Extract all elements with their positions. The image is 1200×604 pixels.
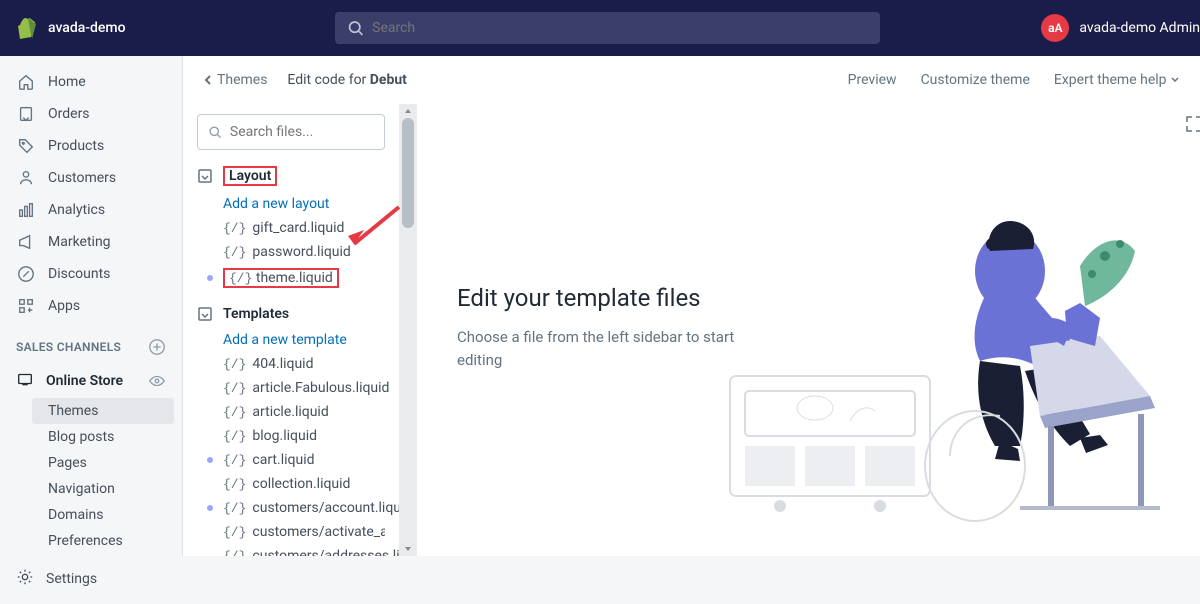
nav-orders[interactable]: Orders: [0, 98, 182, 130]
analytics-icon: [16, 200, 36, 220]
nav-analytics[interactable]: Analytics: [0, 194, 182, 226]
folder-layout[interactable]: Layout: [197, 166, 385, 186]
search-icon: [208, 124, 222, 140]
theme-liquid-highlighted: {/} theme.liquid: [223, 268, 339, 288]
file-customers-addresses[interactable]: {/}customers/addresses.liquid: [197, 544, 385, 556]
customers-icon: [16, 168, 36, 188]
file-customers-activate[interactable]: {/}customers/activate_account.liquid: [197, 520, 385, 544]
view-store-icon[interactable]: [148, 372, 166, 390]
search-input[interactable]: [372, 20, 868, 36]
apps-icon: [16, 296, 36, 316]
add-channel-icon[interactable]: [148, 338, 166, 356]
nav-online-store[interactable]: Online Store: [0, 364, 182, 398]
breadcrumb-bar: Themes Edit code for Debut Preview Custo…: [183, 56, 1200, 104]
marketing-icon: [16, 232, 36, 252]
file-cart[interactable]: {/}cart.liquid: [197, 448, 385, 472]
content-area: Themes Edit code for Debut Preview Custo…: [182, 56, 1200, 556]
nav-settings[interactable]: Settings: [0, 554, 182, 604]
file-404[interactable]: {/}404.liquid: [197, 352, 385, 376]
modified-dot-icon: [207, 505, 213, 511]
editor-preview: Edit your template files Choose a file f…: [417, 104, 1200, 556]
online-store-icon: [16, 370, 34, 392]
nav-domains[interactable]: Domains: [40, 502, 182, 528]
nav-marketing[interactable]: Marketing: [0, 226, 182, 258]
vertical-scrollbar[interactable]: [399, 104, 417, 556]
shopify-logo-icon: [16, 16, 40, 40]
file-blog[interactable]: {/}blog.liquid: [197, 424, 385, 448]
nav-apps[interactable]: Apps: [0, 290, 182, 322]
modified-dot-icon: [207, 275, 213, 281]
left-nav: Home Orders Products Customers Analytics…: [0, 56, 182, 556]
sales-channels-header: SALES CHANNELS: [0, 322, 182, 364]
nav-preferences[interactable]: Preferences: [40, 528, 182, 554]
avatar: aA: [1041, 14, 1069, 42]
orders-icon: [16, 104, 36, 124]
nav-customers[interactable]: Customers: [0, 162, 182, 194]
store-logo[interactable]: avada-demo: [16, 16, 126, 40]
folder-collapse-icon: [197, 168, 213, 184]
file-article[interactable]: {/}article.liquid: [197, 400, 385, 424]
user-name: avada-demo Admin: [1079, 20, 1200, 36]
file-theme-liquid[interactable]: {/} theme.liquid: [197, 264, 385, 292]
add-layout-link[interactable]: Add a new layout: [197, 192, 385, 216]
discounts-icon: [16, 264, 36, 284]
file-customers-account[interactable]: {/}customers/account.liquid: [197, 496, 385, 520]
modified-dot-icon: [207, 457, 213, 463]
nav-home[interactable]: Home: [0, 66, 182, 98]
nav-discounts[interactable]: Discounts: [0, 258, 182, 290]
customize-link[interactable]: Customize theme: [921, 72, 1030, 88]
folder-collapse-icon: [197, 306, 213, 322]
file-gift-card[interactable]: {/}gift_card.liquid: [197, 216, 385, 240]
page-title: Edit code for Debut: [287, 72, 406, 88]
scroll-down-icon[interactable]: [403, 544, 413, 554]
layout-label-highlighted: Layout: [223, 166, 277, 186]
chevron-down-icon: [1170, 76, 1180, 84]
expert-help-link[interactable]: Expert theme help: [1054, 72, 1180, 88]
file-password[interactable]: {/}password.liquid: [197, 240, 385, 264]
expand-icon[interactable]: [1184, 114, 1200, 134]
products-icon: [16, 136, 36, 156]
file-sidebar: Layout Add a new layout {/}gift_card.liq…: [183, 104, 399, 556]
scroll-thumb[interactable]: [402, 118, 414, 228]
nav-blog-posts[interactable]: Blog posts: [40, 424, 182, 450]
top-bar: avada-demo aA avada-demo Admin: [0, 0, 1200, 56]
empty-state-illustration: [720, 196, 1180, 536]
home-icon: [16, 72, 36, 92]
file-search[interactable]: [197, 114, 385, 150]
file-article-fabulous[interactable]: {/}article.Fabulous.liquid: [197, 376, 385, 400]
file-search-input[interactable]: [230, 124, 374, 140]
add-template-link[interactable]: Add a new template: [197, 328, 385, 352]
nav-pages[interactable]: Pages: [40, 450, 182, 476]
file-collection[interactable]: {/}collection.liquid: [197, 472, 385, 496]
search-icon: [347, 19, 364, 37]
nav-navigation[interactable]: Navigation: [40, 476, 182, 502]
back-to-themes[interactable]: Themes: [203, 72, 267, 88]
folder-templates[interactable]: Templates: [197, 306, 385, 322]
nav-themes[interactable]: Themes: [32, 398, 174, 424]
nav-products[interactable]: Products: [0, 130, 182, 162]
store-name: avada-demo: [48, 20, 126, 36]
global-search[interactable]: [335, 12, 880, 44]
user-menu[interactable]: aA avada-demo Admin: [1041, 14, 1200, 42]
preview-link[interactable]: Preview: [848, 72, 897, 88]
chevron-left-icon: [203, 74, 213, 86]
gear-icon: [16, 568, 34, 590]
scroll-up-icon[interactable]: [403, 106, 413, 116]
